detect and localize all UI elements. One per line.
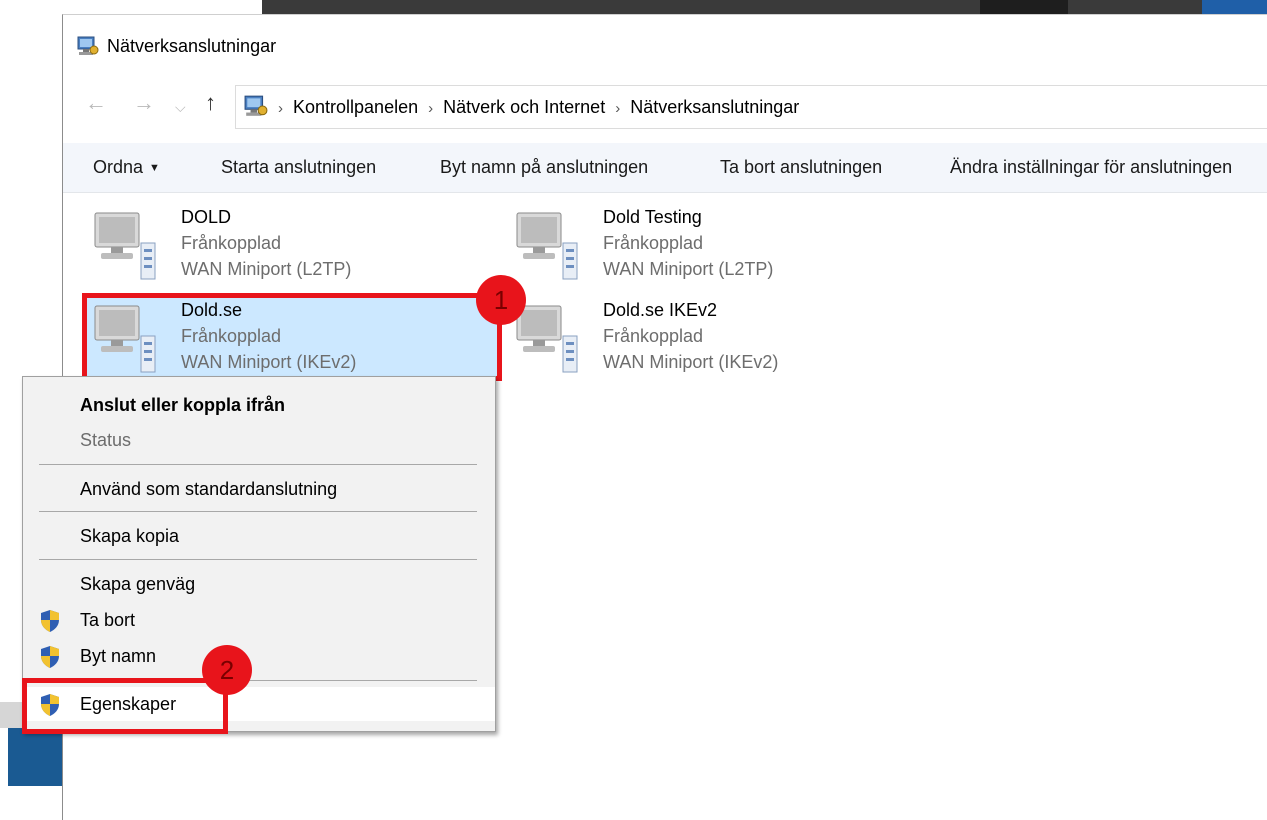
- uac-shield-icon: [41, 646, 59, 668]
- network-connections-icon: [77, 36, 99, 55]
- annotation-badge: 2: [202, 645, 252, 695]
- breadcrumb-item[interactable]: Nätverk och Internet: [443, 97, 605, 117]
- menu-item-label: Använd som standardanslutning: [80, 479, 338, 499]
- network-connections-icon: [244, 95, 268, 116]
- title-bar: Nätverksanslutningar: [63, 15, 1267, 71]
- back-arrow-icon[interactable]: ←: [85, 91, 107, 115]
- connection-item[interactable]: DOLD Frånkopplad WAN Miniport (L2TP): [63, 205, 483, 287]
- start-connection-button[interactable]: Starta anslutningen: [221, 157, 376, 178]
- menu-item-rename[interactable]: Byt namn: [23, 639, 495, 673]
- up-arrow-icon[interactable]: ↑: [205, 91, 216, 115]
- background-taskbar-fragment: [262, 0, 1267, 14]
- organize-label: Ordna: [93, 157, 144, 177]
- menu-item-status: Status: [23, 423, 495, 457]
- chevron-right-icon: ›: [615, 100, 621, 117]
- change-settings-button[interactable]: Ändra inställningar för anslutningen: [950, 157, 1232, 178]
- rename-connection-button[interactable]: Byt namn på anslutningen: [440, 157, 648, 178]
- vpn-connection-icon: [94, 212, 156, 280]
- vpn-connection-icon: [516, 212, 578, 280]
- connection-name: DOLD: [181, 207, 232, 227]
- menu-separator: [39, 511, 477, 512]
- connection-device: WAN Miniport (IKEv2): [603, 352, 779, 372]
- chevron-right-icon: ›: [428, 100, 434, 117]
- forward-arrow-icon[interactable]: →: [133, 91, 155, 115]
- menu-item-set-default[interactable]: Använd som standardanslutning: [23, 472, 495, 506]
- breadcrumb-item[interactable]: Kontrollpanelen: [293, 97, 418, 117]
- menu-separator: [39, 559, 477, 560]
- connection-name: Dold Testing: [603, 207, 702, 227]
- connection-name: Dold.se IKEv2: [603, 300, 718, 320]
- organize-button[interactable]: Ordna ▼: [93, 157, 160, 178]
- menu-separator: [39, 464, 477, 465]
- window-title: Nätverksanslutningar: [107, 36, 277, 56]
- chevron-down-icon[interactable]: ⌵: [175, 95, 186, 119]
- menu-item-delete[interactable]: Ta bort: [23, 603, 495, 637]
- connection-item[interactable]: Dold Testing Frånkopplad WAN Miniport (L…: [485, 205, 905, 287]
- background-window-fragment: [980, 0, 1068, 14]
- connection-status: Frånkopplad: [603, 326, 704, 346]
- menu-item-label: Skapa kopia: [80, 526, 180, 546]
- annotation-badge: 1: [476, 275, 526, 325]
- vpn-connection-icon: [516, 305, 578, 373]
- annotation-highlight-box: [22, 678, 228, 734]
- caret-down-icon: ▼: [149, 162, 160, 174]
- breadcrumb-item[interactable]: Nätverksanslutningar: [630, 97, 799, 117]
- uac-shield-icon: [41, 610, 59, 632]
- connection-item[interactable]: Dold.se IKEv2 Frånkopplad WAN Miniport (…: [485, 298, 905, 380]
- chevron-right-icon: ›: [278, 100, 283, 117]
- menu-item-label: Anslut eller koppla ifrån: [80, 395, 286, 415]
- menu-item-label: Byt namn: [80, 646, 157, 666]
- command-bar: Ordna ▼ Starta anslutningen Byt namn på a…: [63, 143, 1267, 193]
- background-window-fragment: [8, 728, 64, 786]
- address-bar: ← → ⌵ ↑ › Kontrollpanelen › Nätverk och Int…: [63, 81, 1267, 129]
- connection-status: Frånkopplad: [603, 233, 704, 253]
- menu-item-create-copy[interactable]: Skapa kopia: [23, 519, 495, 553]
- delete-connection-button[interactable]: Ta bort anslutningen: [720, 157, 882, 178]
- menu-item-connect-disconnect[interactable]: Anslut eller koppla ifrån: [23, 388, 495, 422]
- background-window-fragment: [1202, 0, 1267, 14]
- connection-status: Frånkopplad: [181, 233, 282, 253]
- connection-device: WAN Miniport (L2TP): [181, 259, 352, 279]
- annotation-highlight-box: [82, 293, 502, 381]
- menu-item-label: Ta bort: [80, 610, 136, 630]
- menu-item-create-shortcut[interactable]: Skapa genväg: [23, 567, 495, 601]
- connection-device: WAN Miniport (L2TP): [603, 259, 774, 279]
- address-box[interactable]: › Kontrollpanelen › Nätverk och Internet › Nä…: [235, 85, 1267, 129]
- menu-item-label: Status: [80, 430, 132, 450]
- menu-item-label: Skapa genväg: [80, 574, 196, 594]
- breadcrumb: › Kontrollpanelen › Nätverk och Internet › Nä…: [278, 97, 799, 118]
